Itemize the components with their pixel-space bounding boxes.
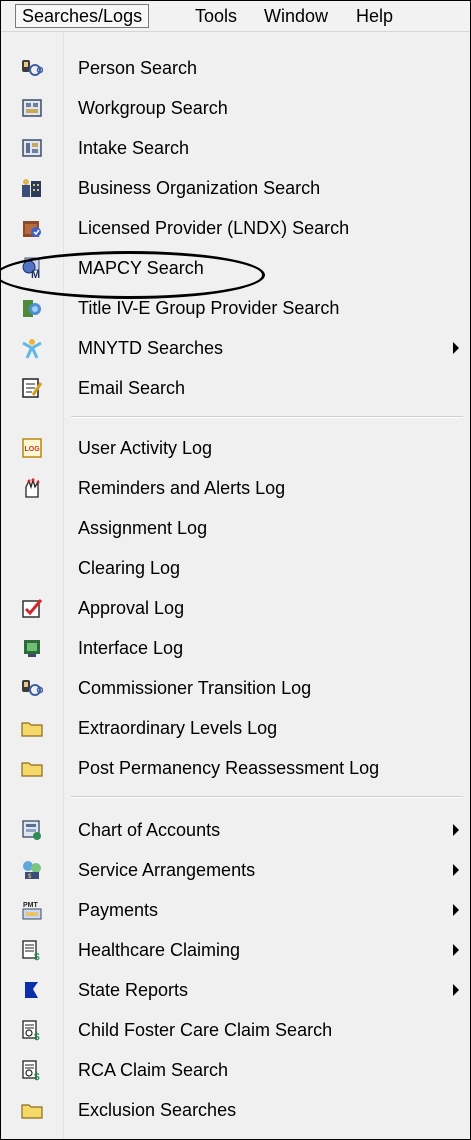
menu-item-post-permanency-reassessment-log[interactable]: Post Permanency Reassessment Log: [1, 748, 470, 788]
menu-item-label: Interface Log: [78, 638, 184, 658]
menu-item-state-reports[interactable]: State Reports: [1, 970, 470, 1010]
folder-icon: [21, 1099, 43, 1121]
mapcy-highlight-ellipse: [0, 251, 265, 299]
menu-item-rca-claim-search[interactable]: $ RCA Claim Search: [1, 1050, 470, 1090]
mnytd-person-icon: [21, 337, 43, 359]
menu-item-label: Person Search: [78, 58, 198, 78]
payments-icon: PMT: [21, 899, 43, 921]
menu-item-workgroup-search[interactable]: Workgroup Search: [1, 88, 470, 128]
submenu-arrow-icon: [453, 944, 459, 956]
menu-item-label: Payments: [78, 900, 159, 920]
svg-text:LOG: LOG: [25, 446, 41, 453]
menu-item-business-organization-search[interactable]: Business Organization Search: [1, 168, 470, 208]
menu-item-label: Workgroup Search: [78, 98, 228, 118]
menu-item-label: Extraordinary Levels Log: [78, 718, 278, 738]
svg-text:$: $: [34, 952, 40, 961]
menu-item-label: MNYTD Searches: [78, 338, 224, 358]
menu-item-email-search[interactable]: Email Search: [1, 368, 470, 408]
svg-text:$: $: [34, 1072, 40, 1081]
claim-search-icon: $: [21, 1059, 43, 1083]
menu-item-person-search[interactable]: Person Search: [1, 48, 470, 88]
binoculars-icon: [21, 677, 44, 699]
menu-item-label: User Activity Log: [78, 438, 213, 458]
menu-item-label: Post Permanency Reassessment Log: [78, 758, 380, 778]
menu-item-label: Clearing Log: [78, 558, 181, 578]
state-flag-icon: [21, 979, 43, 1001]
healthcare-claim-icon: $: [21, 939, 43, 963]
menu-item-licensed-provider-search[interactable]: Licensed Provider (LNDX) Search: [1, 208, 470, 248]
menu-item-label: Reminders and Alerts Log: [78, 478, 286, 498]
email-note-icon: [21, 377, 43, 399]
menu-item-label: Approval Log: [78, 598, 185, 618]
menu-item-chart-of-accounts[interactable]: Chart of Accounts: [1, 810, 470, 850]
menu-item-commissioner-transition-log[interactable]: Commissioner Transition Log: [1, 668, 470, 708]
menu-item-label: Child Foster Care Claim Search: [78, 1020, 333, 1040]
reminders-icon: [21, 477, 43, 499]
menu-separator: [71, 796, 463, 798]
menu-item-mnytd-searches[interactable]: MNYTD Searches: [1, 328, 470, 368]
group-provider-icon: [21, 297, 43, 319]
menu-item-label: Chart of Accounts: [78, 820, 221, 840]
menu-item-label: Exclusion Searches: [78, 1100, 237, 1120]
service-arrangements-icon: $: [21, 859, 43, 881]
claim-search-icon: $: [21, 1019, 43, 1043]
log-icon: LOG: [21, 437, 43, 459]
submenu-arrow-icon: [453, 342, 459, 354]
menu-bar: Searches/Logs Tools Window Help: [1, 1, 470, 32]
menu-item-label: Assignment Log: [78, 518, 208, 538]
binoculars-icon: [21, 57, 44, 79]
menu-item-approval-log[interactable]: Approval Log: [1, 588, 470, 628]
menu-item-label: Commissioner Transition Log: [78, 678, 312, 698]
intake-icon: [21, 137, 43, 159]
menubar-help[interactable]: Help: [356, 5, 393, 27]
searches-logs-dropdown: Person Search Workgroup Search Intake Se…: [1, 32, 470, 1139]
interface-icon: [21, 637, 43, 659]
submenu-arrow-icon: [453, 904, 459, 916]
menu-item-label: Healthcare Claiming: [78, 940, 241, 960]
folder-icon: [21, 757, 43, 779]
svg-text:PMT: PMT: [23, 902, 39, 909]
menu-item-label: Email Search: [78, 378, 186, 398]
folder-icon: [21, 717, 43, 739]
submenu-arrow-icon: [453, 864, 459, 876]
menubar-searches-logs[interactable]: Searches/Logs: [15, 4, 150, 28]
menu-item-service-arrangements[interactable]: $ Service Arrangements: [1, 850, 470, 890]
submenu-arrow-icon: [453, 824, 459, 836]
workgroup-icon: [21, 97, 43, 119]
chart-accounts-icon: [21, 819, 43, 841]
menu-item-payments[interactable]: PMT Payments: [1, 890, 470, 930]
menu-item-label: RCA Claim Search: [78, 1060, 229, 1080]
menu-item-label: State Reports: [78, 980, 189, 1000]
submenu-arrow-icon: [453, 984, 459, 996]
menu-item-user-activity-log[interactable]: LOG User Activity Log: [1, 428, 470, 468]
menu-item-healthcare-claiming[interactable]: $ Healthcare Claiming: [1, 930, 470, 970]
business-org-icon: [21, 177, 43, 199]
svg-text:$: $: [34, 1032, 40, 1041]
menubar-tools[interactable]: Tools: [195, 5, 237, 27]
menu-item-label: Intake Search: [78, 138, 190, 158]
menu-item-interface-log[interactable]: Interface Log: [1, 628, 470, 668]
menu-item-child-foster-care-claim-search[interactable]: $ Child Foster Care Claim Search: [1, 1010, 470, 1050]
menu-item-clearing-log[interactable]: Clearing Log: [1, 548, 470, 588]
menu-item-reminders-and-alerts-log[interactable]: Reminders and Alerts Log: [1, 468, 470, 508]
menu-item-label: Licensed Provider (LNDX) Search: [78, 218, 350, 238]
menubar-window[interactable]: Window: [264, 5, 328, 27]
approval-icon: [21, 597, 43, 619]
menu-item-extraordinary-levels-log[interactable]: Extraordinary Levels Log: [1, 708, 470, 748]
menu-item-label: Business Organization Search: [78, 178, 321, 198]
menu-item-label: Service Arrangements: [78, 860, 256, 880]
menu-window: Searches/Logs Tools Window Help Person S…: [0, 0, 471, 1140]
menu-separator: [71, 416, 463, 418]
menu-item-exclusion-searches[interactable]: Exclusion Searches: [1, 1090, 470, 1130]
menu-item-assignment-log[interactable]: Assignment Log: [1, 508, 470, 548]
menu-item-intake-search[interactable]: Intake Search: [1, 128, 470, 168]
licensed-provider-icon: [21, 217, 43, 239]
